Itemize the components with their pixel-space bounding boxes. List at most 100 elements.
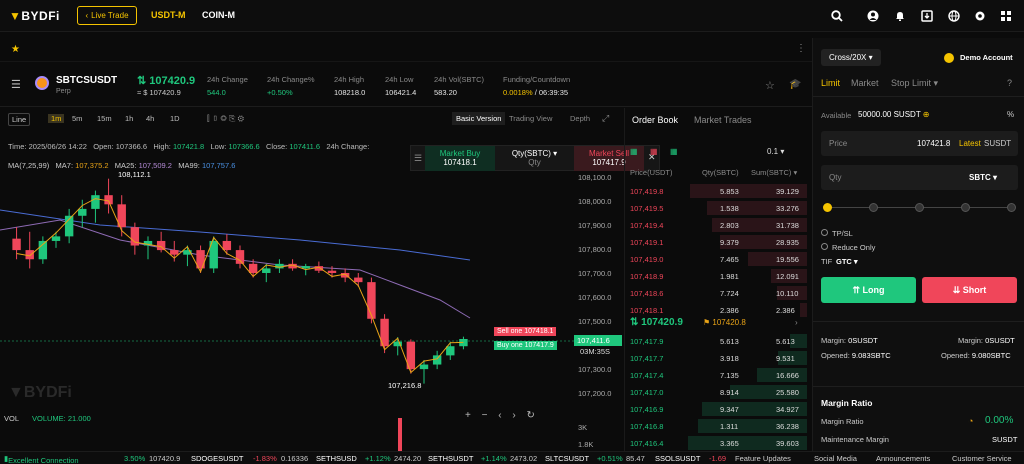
order-book-row[interactable]: 107,417.9 5.613 5.613	[625, 334, 807, 348]
timeframe-4h[interactable]: 4h	[146, 114, 154, 123]
tpsl-label: TP/SL	[832, 229, 853, 238]
demo-account[interactable]: Demo Account	[960, 53, 1013, 62]
margin-mode-button[interactable]: Cross/20X ▾	[821, 49, 881, 66]
order-book-row[interactable]: 107,418.9 1.981 12.091	[625, 269, 807, 283]
tab-stop-limit[interactable]: Stop Limit ▾	[891, 78, 938, 89]
symbol-name[interactable]: SBTCSUSDT	[56, 75, 117, 86]
row-qty: 3.918	[720, 354, 739, 363]
ticker-symbol[interactable]: SLTCSUSDT	[545, 454, 589, 463]
precision-select[interactable]: 0.1 ▾	[767, 147, 784, 156]
tab-limit[interactable]: Limit	[821, 78, 840, 88]
depth-tab[interactable]: Depth	[570, 114, 590, 123]
short-button[interactable]: ⇊ Short	[922, 277, 1017, 303]
ticker-symbol[interactable]: SSOLSUSDT	[655, 454, 700, 463]
timeframe-1D[interactable]: 1D	[170, 114, 180, 123]
trading-view-tab[interactable]: Trading View	[509, 114, 552, 123]
timeframe-5m[interactable]: 5m	[72, 114, 82, 123]
help-icon[interactable]: ?	[1007, 78, 1012, 88]
order-book-row[interactable]: 107,417.4 7.135 16.666	[625, 368, 807, 382]
ticker-symbol[interactable]: SETHSUSD	[316, 454, 357, 463]
ticker-change: -1.69	[709, 454, 727, 463]
footer-link-announcements[interactable]: Announcements	[876, 454, 930, 463]
order-book-row[interactable]: 107,416.4 3.365 39.603	[625, 436, 807, 450]
order-book-row[interactable]: 107,416.8 1.311 36.238	[625, 419, 807, 433]
stat-value: 544.0	[207, 88, 226, 97]
expand-icon[interactable]: ⤢	[602, 113, 609, 124]
live-trade-button[interactable]: ‹ Live Trade	[77, 6, 137, 25]
price-input[interactable]: Price 107421.8 Latest SUSDT	[821, 131, 1018, 156]
zoom-controls[interactable]: + − ‹ › ↻	[465, 410, 535, 421]
order-book-row[interactable]: 107,419.8 5.853 39.129	[625, 184, 807, 198]
timeframe-1m[interactable]: 1m	[48, 114, 65, 123]
drag-handle-icon[interactable]: ☰	[414, 153, 422, 164]
order-book-row[interactable]: 107,418.1 2.386 2.386	[625, 303, 807, 317]
market-trades-tab[interactable]: Market Trades	[694, 115, 752, 125]
qty-selector[interactable]: Qty(SBTC) ▾ Qty	[497, 149, 572, 167]
slider-step[interactable]	[869, 203, 878, 212]
order-book-row[interactable]: 107,419.0 7.465 19.556	[625, 252, 807, 266]
slider-step[interactable]	[915, 203, 924, 212]
indicator-icons[interactable]: ⫿ ▯ ◎ ⎘ ⚙	[207, 114, 244, 124]
slider-step[interactable]	[1007, 203, 1016, 212]
basic-version-tab[interactable]: Basic Version	[452, 112, 506, 125]
ticker-symbol[interactable]: SETHSUSDT	[428, 454, 473, 463]
tif-select[interactable]: GTC ▾	[836, 257, 858, 266]
education-icon[interactable]: 🎓	[789, 79, 801, 90]
grid-icon[interactable]	[999, 9, 1013, 23]
volume-bar	[398, 418, 402, 451]
tab-market[interactable]: Market	[851, 78, 879, 88]
order-book-row[interactable]: 107,417.0 8.914 25.580	[625, 385, 807, 399]
nav-coin-m[interactable]: COIN-M	[202, 10, 235, 20]
line-button[interactable]: Line	[8, 113, 31, 126]
view-asks-icon[interactable]: ▦	[650, 147, 658, 156]
row-sum: 25.580	[776, 388, 799, 397]
user-icon[interactable]	[866, 9, 880, 23]
market-buy-button[interactable]: Market Buy 107418.1	[425, 146, 495, 171]
slider-step[interactable]	[823, 203, 832, 212]
chevron-right-icon[interactable]: ›	[795, 318, 798, 327]
footer-link-feature-updates[interactable]: Feature Updates	[735, 454, 791, 463]
qty-unit-select[interactable]: SBTC ▾	[969, 173, 997, 182]
tpsl-radio[interactable]	[821, 229, 828, 236]
more-icon[interactable]: ⋮	[796, 43, 806, 54]
logo[interactable]: ▼BYDFi	[9, 9, 60, 23]
order-book-row[interactable]: 107,417.7 3.918 9.531	[625, 351, 807, 365]
footer-link-social-media[interactable]: Social Media	[814, 454, 857, 463]
long-button[interactable]: ⇈ Long	[821, 277, 916, 303]
nav-usdt-m[interactable]: USDT-M	[151, 10, 186, 20]
gear-icon[interactable]	[973, 9, 987, 23]
funding-label: Funding/Countdown	[503, 75, 571, 84]
bell-icon[interactable]	[893, 9, 907, 23]
order-book-row[interactable]: 107,416.9 9.347 34.927	[625, 402, 807, 416]
price-axis-label: 107,900.0	[578, 221, 612, 230]
footer-link-customer-service[interactable]: Customer Service	[952, 454, 1012, 463]
ticker-symbol[interactable]: SDOGESUSDT	[191, 454, 244, 463]
timeframe-1h[interactable]: 1h	[125, 114, 133, 123]
favorite-star-icon[interactable]: ☆	[765, 79, 775, 92]
percent-icon[interactable]: %	[1007, 110, 1014, 119]
top-nav: ▼BYDFi ‹ Live Trade USDT-M COIN-M	[0, 0, 1024, 32]
margin-short: Margin: 0SUSDT	[958, 336, 1015, 345]
candle	[222, 240, 232, 251]
latest-button[interactable]: Latest	[959, 139, 981, 148]
candle	[25, 250, 34, 260]
order-book-tab[interactable]: Order Book	[632, 115, 678, 125]
order-book-row[interactable]: 107,419.1 9.379 28.935	[625, 235, 807, 249]
download-icon[interactable]	[920, 9, 934, 23]
menu-icon[interactable]: ☰	[11, 78, 21, 91]
margin-ratio-value: 0.00%	[985, 415, 1014, 426]
candle	[419, 364, 429, 370]
view-bids-icon[interactable]: ▦	[670, 147, 678, 156]
candle	[12, 238, 21, 251]
star-icon[interactable]: ★	[11, 44, 20, 55]
qty-input[interactable]: Qty SBTC ▾	[821, 165, 1018, 190]
view-both-icon[interactable]: ▦	[630, 147, 638, 156]
timeframe-15m[interactable]: 15m	[97, 114, 112, 123]
search-icon[interactable]	[830, 9, 844, 23]
order-book-row[interactable]: 107,419.4 2.803 31.738	[625, 218, 807, 232]
reduce-only-radio[interactable]	[821, 243, 828, 250]
slider-step[interactable]	[961, 203, 970, 212]
globe-icon[interactable]	[947, 9, 961, 23]
order-book-row[interactable]: 107,418.6 7.724 10.110	[625, 286, 807, 300]
order-book-row[interactable]: 107,419.5 1.538 33.276	[625, 201, 807, 215]
